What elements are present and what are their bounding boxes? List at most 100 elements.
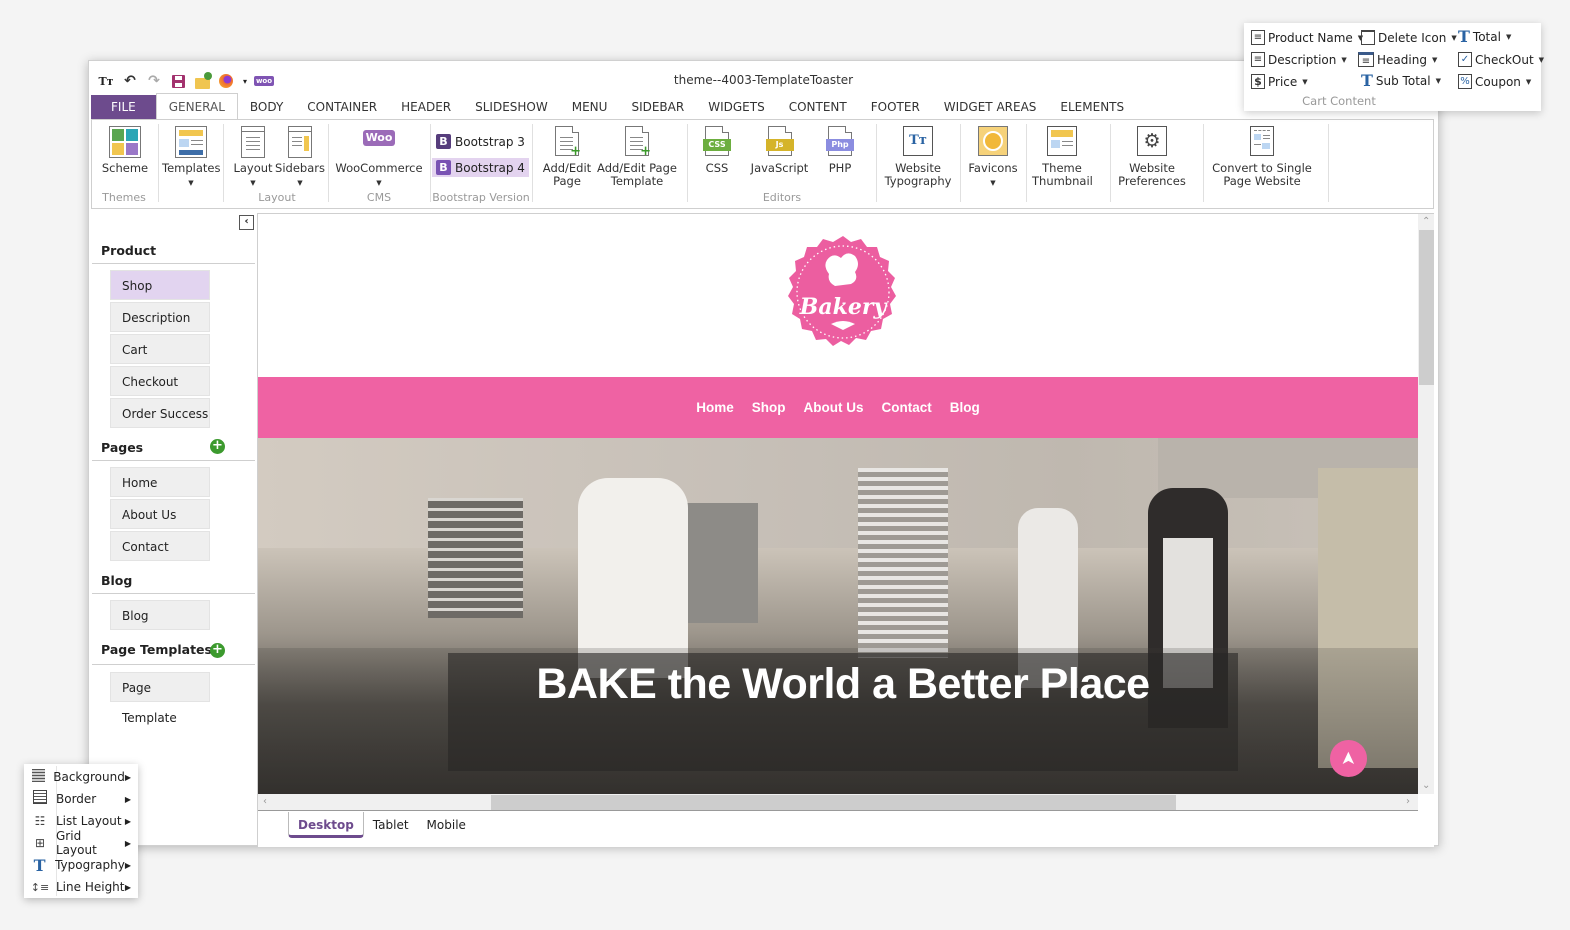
sub-total-button[interactable]: T Sub Total ▼ [1361,73,1441,89]
tab-header[interactable]: HEADER [389,95,463,119]
nav-link-blog[interactable]: Blog [950,400,980,415]
website-preferences-button[interactable]: ⚙ Website Preferences [1116,126,1188,188]
vertical-scrollbar[interactable]: ⌃ ⌄ [1418,214,1434,794]
website-preview[interactable]: Bakery Home Shop About Us Contact Blog B… [258,214,1418,794]
horizontal-scrollbar[interactable]: ‹ › [258,794,1418,811]
tab-menu[interactable]: MENU [560,95,620,119]
woocommerce-button[interactable]: Woo WooCommerce ▼ [334,126,424,190]
add-page-button[interactable]: + [210,439,225,454]
templates-button[interactable]: Templates ▼ [162,126,220,190]
scheme-icon [109,126,141,158]
tab-footer[interactable]: FOOTER [859,95,932,119]
collapse-sidebar-button[interactable]: ‹ [239,215,254,230]
woocommerce-icon: Woo [359,126,399,158]
nav-link-shop[interactable]: Shop [752,400,786,415]
horizontal-scroll-thumb[interactable] [491,795,1176,810]
scroll-right-icon[interactable]: › [1406,796,1410,807]
dropdown-caret-icon: ▼ [376,179,382,187]
sidebars-icon [288,126,312,158]
scroll-up-icon[interactable]: ⌃ [1422,216,1430,227]
vertical-scroll-thumb[interactable] [1419,230,1434,385]
sidebar-item-checkout[interactable]: Checkout [110,366,210,396]
product-name-button[interactable]: ≡ Product Name ▼ [1251,30,1363,45]
tab-slideshow[interactable]: SLIDESHOW [463,95,560,119]
sidebar-item-about-us[interactable]: About Us [110,499,210,529]
heading-icon: ≡ [1358,52,1374,67]
templates-icon [175,126,207,158]
nav-link-contact[interactable]: Contact [882,400,932,415]
text-icon: T [1458,27,1470,46]
delete-icon-button[interactable]: Delete Icon ▼ [1361,30,1457,45]
menu-item-background[interactable]: Background ▶ [24,766,138,788]
sidebar-item-page-template[interactable]: Page Template [110,672,210,725]
bootstrap-3-option[interactable]: B Bootstrap 3 [432,132,529,151]
submenu-arrow-icon: ▶ [124,882,131,892]
scroll-down-icon[interactable]: ⌄ [1422,780,1430,791]
javascript-editor-button[interactable]: Js JavaScript [747,126,812,175]
description-button[interactable]: ≡ Description ▼ [1251,52,1347,67]
bootstrap-4-option[interactable]: B Bootstrap 4 [432,158,529,177]
tab-general[interactable]: GENERAL [155,93,238,119]
css-editor-button[interactable]: CSS CSS [697,126,737,175]
layout-button[interactable]: Layout ▼ [232,126,274,190]
php-editor-button[interactable]: Php PHP [820,126,860,175]
sidebar-item-description[interactable]: Description [110,302,210,332]
tab-file[interactable]: FILE [91,95,156,119]
plus-icon: + [212,642,223,657]
sidebar-item-order-success[interactable]: Order Success [110,398,210,428]
bakery-logo[interactable]: Bakery [783,234,903,354]
menu-item-grid-layout[interactable]: ⊞ Grid Layout ▶ [24,829,138,857]
convert-single-page-button[interactable]: Convert to Single Page Website [1210,126,1314,188]
tab-widgets[interactable]: WIDGETS [696,95,776,119]
heading-button[interactable]: ≡ Heading ▼ [1358,52,1437,67]
menu-item-line-height[interactable]: ↕≡ Line Height ▶ [24,876,138,898]
add-page-icon: + [551,126,583,158]
tab-elements[interactable]: ELEMENTS [1048,95,1136,119]
tab-container[interactable]: CONTAINER [295,95,389,119]
sidebar-item-contact[interactable]: Contact [110,531,210,561]
sidebar-item-cart[interactable]: Cart [110,334,210,364]
tab-tablet[interactable]: Tablet [363,812,418,838]
total-button[interactable]: T Total ▼ [1458,27,1511,46]
tab-content[interactable]: CONTENT [777,95,859,119]
hero-title[interactable]: BAKE the World a Better Place [448,660,1238,709]
menu-item-typography[interactable]: T Typography ▶ [24,854,138,876]
scroll-left-icon[interactable]: ‹ [263,796,267,807]
separator [1110,124,1111,202]
price-button[interactable]: $ Price ▼ [1251,74,1308,89]
sidebar-item-blog[interactable]: Blog [110,600,210,630]
scheme-button[interactable]: Scheme [100,126,150,175]
app-window: Tт ↶ ↷ ▾ woo theme--4003-TemplateToaster… [88,60,1439,847]
add-edit-page-template-button[interactable]: + Add/Edit Page Template [597,126,677,188]
style-context-menu: Background ▶ Border ▶ ☷ List Layout ▶ ⊞ Gri… [24,764,138,898]
document-icon: ≡ [1251,30,1265,45]
sidebars-button[interactable]: Sidebars ▼ [275,126,325,190]
scroll-to-top-button[interactable]: ➤ [1330,740,1367,777]
hero-slideshow[interactable]: BAKE the World a Better Place ➤ [258,438,1418,794]
trash-icon [1361,30,1375,45]
tab-desktop[interactable]: Desktop [288,812,364,838]
tab-body[interactable]: BODY [238,95,295,119]
window-title: theme--4003-TemplateToaster [673,73,854,87]
tab-mobile[interactable]: Mobile [417,812,475,838]
tab-widget-areas[interactable]: WIDGET AREAS [932,95,1049,119]
section-title-product: Product [101,243,157,258]
arrow-up-icon: ➤ [1338,750,1359,767]
separator [532,124,533,202]
tab-sidebar[interactable]: SIDEBAR [619,95,696,119]
website-typography-button[interactable]: Tт Website Typography [882,126,954,188]
divider [92,664,255,665]
sidebar-item-home[interactable]: Home [110,467,210,497]
submenu-arrow-icon: ▶ [124,794,131,804]
nav-link-home[interactable]: Home [696,400,734,415]
favicons-button[interactable]: Favicons ▼ [966,126,1020,190]
add-template-icon: + [621,126,653,158]
theme-thumbnail-button[interactable]: Theme Thumbnail [1032,126,1093,188]
checkout-button[interactable]: ✓ CheckOut ▼ [1458,52,1544,67]
add-edit-page-button[interactable]: + Add/Edit Page [540,126,594,188]
sidebar-item-shop[interactable]: Shop [110,270,210,300]
coupon-button[interactable]: % Coupon ▼ [1458,74,1531,89]
add-page-template-button[interactable]: + [210,643,225,658]
menu-item-border[interactable]: Border ▶ [24,788,138,810]
nav-link-about-us[interactable]: About Us [804,400,864,415]
